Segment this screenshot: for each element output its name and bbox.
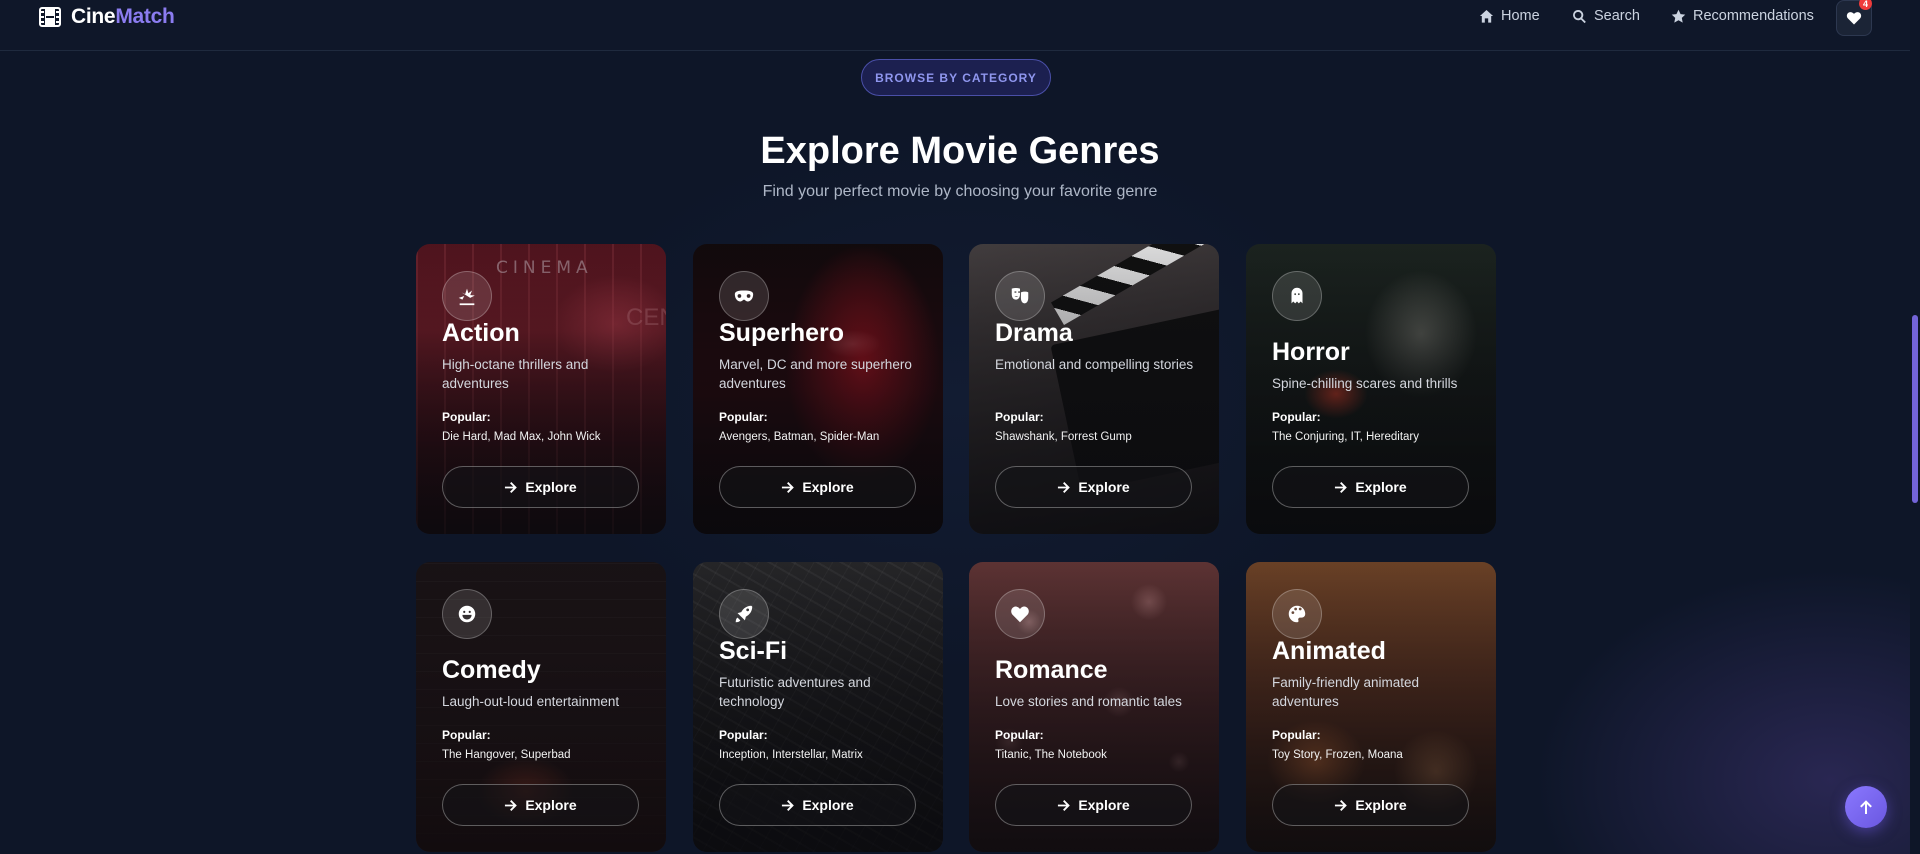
nav-recommendations-label: Recommendations [1693,8,1814,24]
rocket-icon [719,589,769,639]
popular-titles: Inception, Interstellar, Matrix [719,749,863,761]
arrow-right-icon [1335,481,1348,493]
genre-card-romance[interactable]: Romance Love stories and romantic tales … [969,562,1219,852]
popular-label: Popular: [1272,728,1321,742]
genre-description: Spine-chilling scares and thrills [1272,376,1458,391]
genre-description: Marvel, DC and more superhero adventures [719,357,912,391]
genre-card-horror[interactable]: Horror Spine-chilling scares and thrills… [1246,244,1496,534]
home-icon [1479,9,1494,23]
nav-search-link[interactable]: Search [1572,6,1640,26]
genre-card-action[interactable]: CINEMA CENT Action High-octane thrillers… [416,244,666,534]
search-icon [1573,9,1586,23]
explore-horror-button[interactable]: Explore [1272,466,1469,508]
back-to-top-button[interactable] [1845,786,1887,828]
arrow-right-icon [505,799,518,811]
popular-label: Popular: [719,728,768,742]
browse-category-pill: BROWSE BY CATEGORY [861,59,1051,96]
genre-card-superhero[interactable]: Superhero Marvel, DC and more superhero … [693,244,943,534]
arrow-right-icon [1335,799,1348,811]
explore-action-button[interactable]: Explore [442,466,639,508]
page-title: Explore Movie Genres [760,130,1160,172]
brand-name: CineMatch [71,5,175,28]
popular-titles: Shawshank, Forrest Gump [995,431,1132,443]
genre-description: Futuristic adventures and technology [719,675,871,709]
genre-card-drama[interactable]: Drama Emotional and compelling stories P… [969,244,1219,534]
ghost-icon [1272,271,1322,321]
genre-title: Drama [995,319,1073,347]
explore-scifi-button[interactable]: Explore [719,784,916,826]
scrollbar-thumb[interactable] [1912,315,1918,503]
genre-description: Love stories and romantic tales [995,694,1182,709]
nav-home-label: Home [1501,8,1540,24]
explore-animated-button[interactable]: Explore [1272,784,1469,826]
genre-title: Action [442,319,520,347]
popular-label: Popular: [995,410,1044,424]
nav-recommendations-link[interactable]: Recommendations [1671,6,1814,26]
laugh-icon [442,589,492,639]
explore-romance-button[interactable]: Explore [995,784,1192,826]
arrow-right-icon [782,481,795,493]
popular-titles: Titanic, The Notebook [995,749,1107,761]
genre-description: High-octane thrillers and adventures [442,357,589,391]
genre-card-scifi[interactable]: Sci-Fi Futuristic adventures and technol… [693,562,943,852]
background-glow [0,0,1920,854]
genre-card-comedy[interactable]: Comedy Laugh-out-loud entertainment Popu… [416,562,666,852]
heart-icon [995,589,1045,639]
explore-drama-button[interactable]: Explore [995,466,1192,508]
genre-title: Horror [1272,338,1350,366]
genre-title: Comedy [442,656,541,684]
popular-label: Popular: [442,410,491,424]
genre-description: Laugh-out-loud entertainment [442,694,620,709]
explore-superhero-button[interactable]: Explore [719,466,916,508]
genre-card-animated[interactable]: Animated Family-friendly animated advent… [1246,562,1496,852]
arrow-up-icon [1860,800,1872,814]
arrow-right-icon [505,481,518,493]
popular-label: Popular: [1272,410,1321,424]
film-icon [39,7,61,27]
palette-icon [1272,589,1322,639]
nav-search-label: Search [1594,8,1640,24]
heart-icon [1846,12,1862,25]
genre-title: Superhero [719,319,845,347]
popular-titles: Avengers, Batman, Spider-Man [719,431,880,443]
star-icon [1671,9,1686,23]
popular-titles: The Conjuring, IT, Hereditary [1272,431,1420,443]
arrow-right-icon [1058,481,1071,493]
page-subtitle: Find your perfect movie by choosing your… [762,183,1158,200]
popular-titles: The Hangover, Superbad [442,749,571,761]
favorites-count-badge: 4 [1859,0,1872,10]
theater-masks-icon [995,271,1045,321]
popular-titles: Die Hard, Mad Max, John Wick [442,431,601,443]
popular-label: Popular: [719,410,768,424]
popular-titles: Toy Story, Frozen, Moana [1272,749,1403,761]
explosion-icon [442,271,492,321]
genre-title: Sci-Fi [719,637,788,665]
genre-title: Romance [995,656,1108,684]
popular-label: Popular: [442,728,491,742]
explore-comedy-button[interactable]: Explore [442,784,639,826]
arrow-right-icon [1058,799,1071,811]
nav-home-link[interactable]: Home [1479,6,1540,26]
popular-label: Popular: [995,728,1044,742]
top-navbar: CineMatch Home Search Recommendations 4 [0,0,1920,51]
arrow-right-icon [782,799,795,811]
favorites-button[interactable]: 4 [1836,0,1872,36]
mask-icon [719,271,769,321]
genre-title: Animated [1272,637,1386,665]
genre-description: Emotional and compelling stories [995,357,1194,372]
brand-logo[interactable]: CineMatch [39,4,175,30]
genre-description: Family-friendly animated adventures [1272,675,1420,709]
